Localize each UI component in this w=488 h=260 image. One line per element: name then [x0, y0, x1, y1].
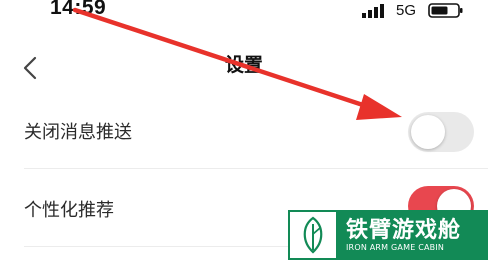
page-title: 设置: [224, 54, 263, 76]
watermark-title: 铁臂游戏舱: [346, 218, 462, 243]
network-type: 5G: [396, 2, 417, 19]
status-bar: 14:59 5G: [0, 0, 488, 24]
status-time: 14:59: [50, 0, 107, 19]
watermark-subtitle: IRON ARM GAME CABIN: [346, 243, 445, 252]
battery-icon: [428, 3, 463, 18]
nav-bar: 设置: [0, 38, 488, 94]
leaf-logo-icon: [290, 212, 336, 258]
toggle-knob: [411, 115, 445, 149]
divider: [24, 168, 488, 169]
disable-push-toggle[interactable]: [408, 112, 474, 152]
setting-row-disable-push: 关闭消息推送: [0, 94, 488, 168]
setting-label-personalized: 个性化推荐: [24, 200, 114, 221]
cellular-signal-icon: [362, 4, 384, 18]
setting-label-disable-push: 关闭消息推送: [24, 122, 132, 143]
watermark-banner: 铁臂游戏舱 IRON ARM GAME CABIN: [288, 210, 488, 260]
